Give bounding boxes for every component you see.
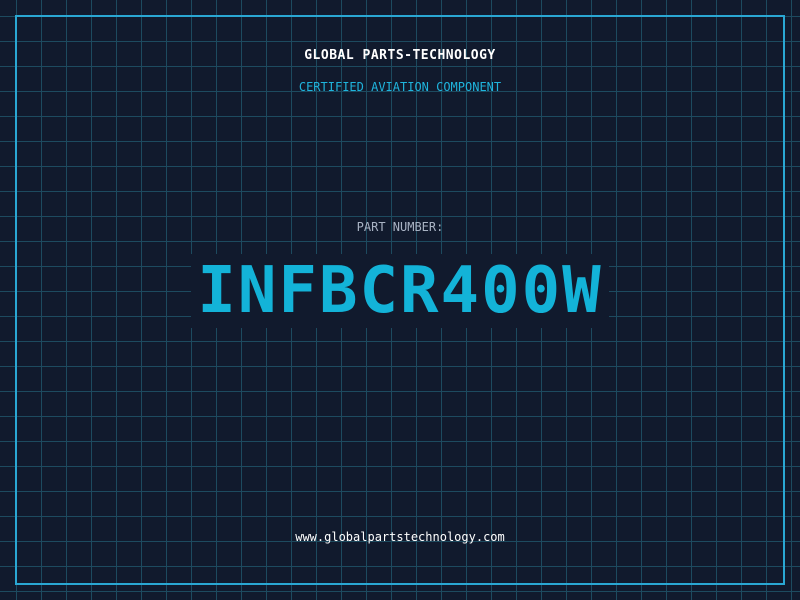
company-name: GLOBAL PARTS-TECHNOLOGY — [304, 48, 496, 63]
part-number-value: INFBCR400W — [191, 254, 609, 328]
website-url: www.globalpartstechnology.com — [295, 530, 505, 544]
part-number-label: PART NUMBER: — [356, 220, 444, 234]
part-number-value-wrapper: INFBCR400W — [0, 254, 800, 328]
certification-tagline: CERTIFIED AVIATION COMPONENT — [298, 80, 502, 94]
